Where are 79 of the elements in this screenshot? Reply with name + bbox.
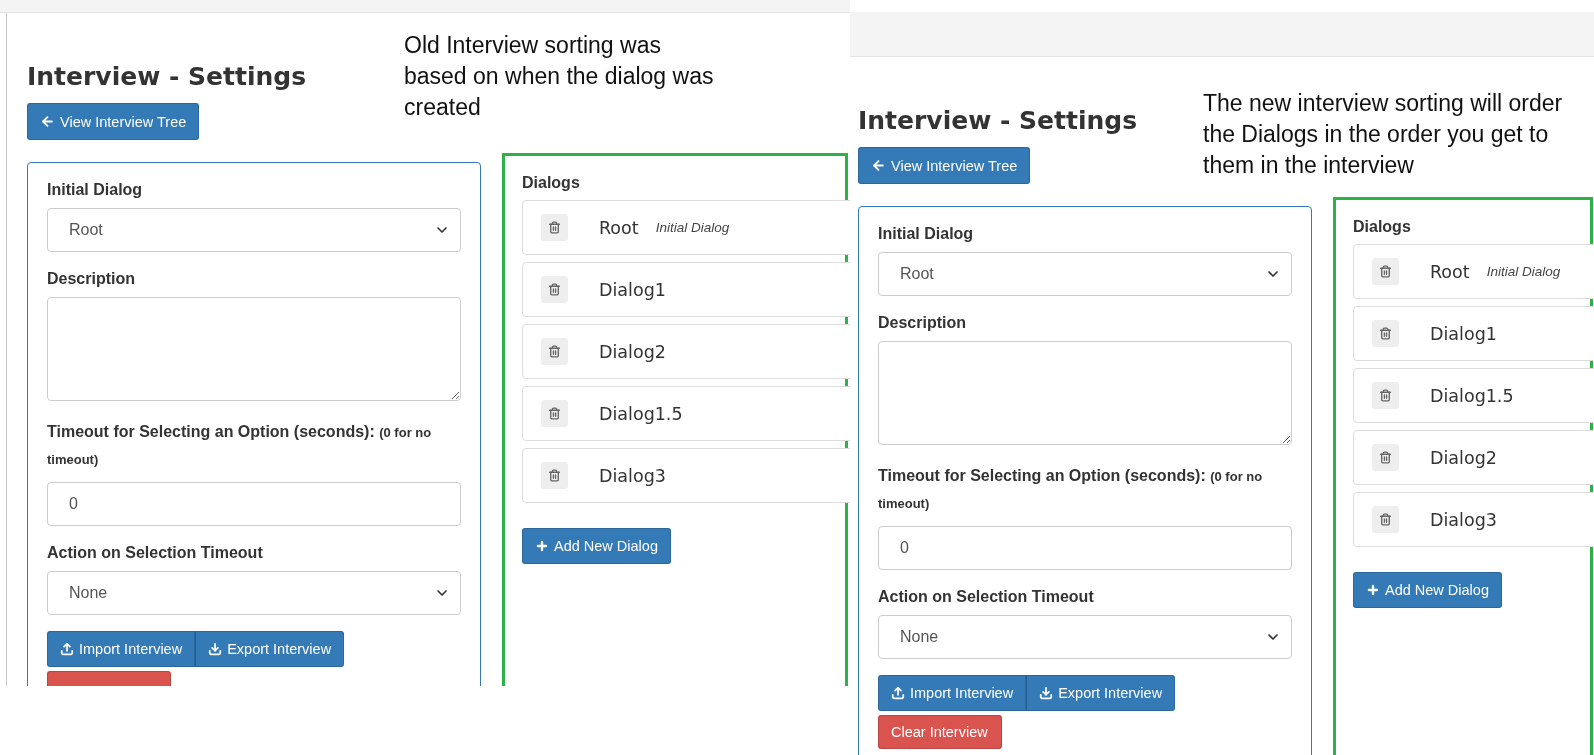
delete-button[interactable] <box>1372 506 1399 533</box>
initial-tag: Initial Dialog <box>655 220 730 235</box>
dialog-name: Dialog2 <box>1430 447 1497 468</box>
dialog-name: Dialog1.5 <box>1430 385 1514 406</box>
initial-dialog-select[interactable]: Root <box>878 252 1292 296</box>
dialogs-heading: Dialogs <box>1353 218 1412 236</box>
dialog-item[interactable]: Dialog1 <box>1353 306 1594 361</box>
trash-icon <box>1379 265 1392 278</box>
delete-button[interactable] <box>541 214 568 241</box>
add-dialog-button[interactable]: Add New Dialog <box>522 528 671 564</box>
download-icon <box>1039 686 1054 700</box>
dialog-name: Root <box>1430 261 1470 282</box>
dialog-name: Dialog3 <box>599 465 666 486</box>
dialog-item[interactable]: Dialog1 <box>522 262 850 317</box>
field-label: Action on Selection Timeout <box>878 588 1095 606</box>
delete-button[interactable] <box>1372 444 1399 471</box>
dialog-item[interactable]: Dialog1.5 <box>522 386 850 441</box>
delete-button[interactable] <box>1372 258 1399 285</box>
view-tree-button[interactable]: View Interview Tree <box>858 147 1031 184</box>
view-tree-button[interactable]: View Interview Tree <box>27 103 200 140</box>
field-label: Timeout for Selecting an Option (seconds): (0 for no timeout) <box>878 466 1264 513</box>
trash-icon <box>1379 451 1392 464</box>
field-label: Initial Dialog <box>47 181 144 199</box>
trash-icon <box>1379 327 1392 340</box>
annotation-note: The new interview sorting will order the Dialogs in the order you get to them in the interview <box>1203 89 1564 180</box>
field-label: Description <box>878 314 967 332</box>
timeout-field[interactable]: 0 <box>878 526 1292 570</box>
trash-icon <box>548 221 561 234</box>
delete-button[interactable] <box>541 338 568 365</box>
field-label: Action on Selection Timeout <box>47 544 264 562</box>
plus-icon <box>535 539 549 553</box>
dialog-item[interactable]: Dialog2 <box>522 324 850 379</box>
dialog-item[interactable]: Dialog2 <box>1353 430 1594 485</box>
dialogs-heading: Dialogs <box>522 174 581 192</box>
description-field[interactable] <box>878 341 1292 445</box>
download-icon <box>208 642 223 656</box>
clear-button[interactable]: Clear Interview <box>878 715 1002 749</box>
trash-icon <box>1379 389 1392 402</box>
trash-icon <box>548 283 561 296</box>
timeout-action-select[interactable]: None <box>47 571 461 615</box>
initial-tag: Initial Dialog <box>1486 264 1561 279</box>
trash-icon <box>1379 513 1392 526</box>
trash-icon <box>548 469 561 482</box>
import-button[interactable]: Import Interview <box>878 675 1027 711</box>
page-title: Interview - Settings <box>27 61 307 93</box>
trash-icon <box>548 345 561 358</box>
delete-button[interactable] <box>541 462 568 489</box>
delete-button[interactable] <box>541 276 568 303</box>
field-label: Timeout for Selecting an Option (seconds): (0 for no timeout) <box>47 422 433 469</box>
upload-icon <box>60 642 74 656</box>
delete-button[interactable] <box>541 400 568 427</box>
import-button[interactable]: Import Interview <box>47 631 196 667</box>
initial-dialog-select[interactable]: Root <box>47 208 461 252</box>
trash-icon <box>548 407 561 420</box>
description-field[interactable] <box>47 297 461 401</box>
add-dialog-button[interactable]: Add New Dialog <box>1353 572 1502 608</box>
dialog-item[interactable]: Dialog3 <box>1353 492 1594 547</box>
dialog-item[interactable]: Root Initial Dialog <box>522 200 850 255</box>
field-label: Initial Dialog <box>878 225 975 243</box>
dialog-item[interactable]: Root Initial Dialog <box>1353 244 1594 299</box>
dialog-name: Dialog1 <box>599 279 666 300</box>
delete-button[interactable] <box>1372 382 1399 409</box>
dialog-name: Dialog3 <box>1430 509 1497 530</box>
export-button[interactable]: Export Interview <box>195 631 345 667</box>
plus-icon <box>1366 583 1380 597</box>
dialog-item[interactable]: Dialog1.5 <box>1353 368 1594 423</box>
dialog-name: Dialog1 <box>1430 323 1497 344</box>
page-title: Interview - Settings <box>858 105 1138 137</box>
dialog-name: Dialog2 <box>599 341 666 362</box>
export-button[interactable]: Export Interview <box>1026 675 1176 711</box>
dialog-name: Root <box>599 217 639 238</box>
field-label: Description <box>47 270 136 288</box>
delete-button[interactable] <box>1372 320 1399 347</box>
dialog-item[interactable]: Dialog3 <box>522 448 850 503</box>
timeout-action-select[interactable]: None <box>878 615 1292 659</box>
annotation-note: Old Interview sorting was based on when the dialog was created <box>404 31 715 122</box>
upload-icon <box>891 686 905 700</box>
timeout-field[interactable]: 0 <box>47 482 461 526</box>
dialog-name: Dialog1.5 <box>599 403 683 424</box>
